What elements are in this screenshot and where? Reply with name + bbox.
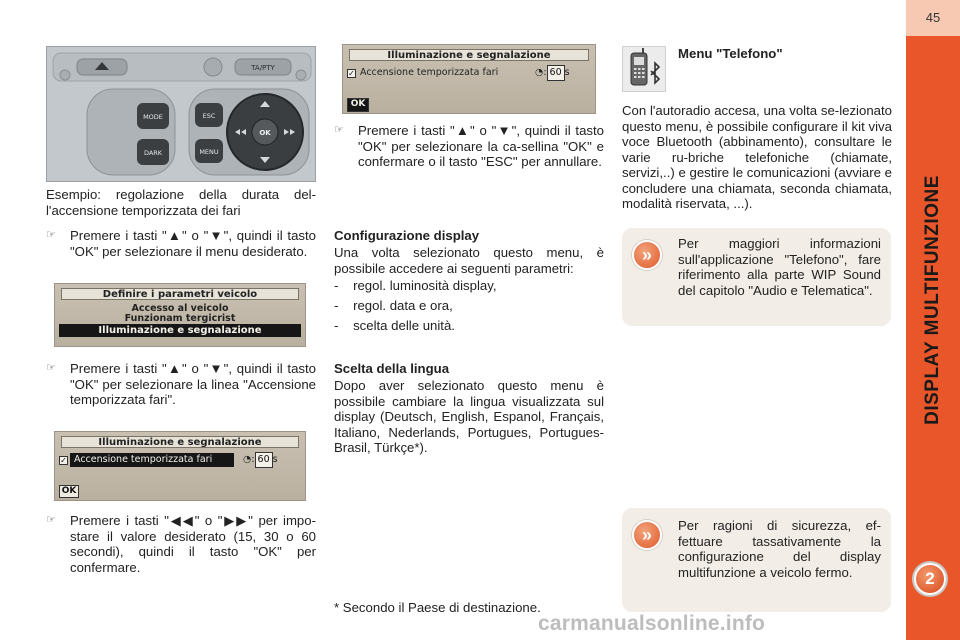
photo-caption: Esempio: regolazione della durata del-l'… [46,187,316,218]
step-1: ☞ Premere i tasti "▲" o "▼", quindi il t… [46,228,316,276]
chevron-right-icon: » [632,520,662,550]
step-2-text: Premere i tasti "▲" o "▼", quindi il tas… [70,361,316,407]
clock-icon: ◔: [243,454,255,465]
step-3-text: Premere i tasti "◀◀" o "▶▶" per impo-sta… [70,513,316,575]
pointing-hand-icon: ☞ [46,514,56,526]
chapter-badge: 2 [914,563,946,595]
checkbox-checked-icon: ✓ [347,69,356,78]
language-text: Dopo aver selezionato questo menu è poss… [334,378,604,455]
step-4-text: Premere i tasti "▲" o "▼", quindi il tas… [358,123,604,169]
control-panel-photo: TA/PTY MODE DARK ESC MENU OK [46,46,316,182]
ok-button-label: OK [259,129,271,137]
page-number: 45 [925,10,941,25]
auto-headlamp-label: Accensione temporizzata fari [360,67,499,78]
esc-button-label: ESC [203,112,216,120]
menu-button-label: MENU [199,148,219,156]
phone-menu-intro: Con l'autoradio accesa, una volta se-lez… [622,103,892,211]
lcd-ok-box-selected: OK [347,98,369,112]
watermark: carmanualsonline.info [538,612,766,635]
phone-menu-heading: Menu "Telefono" [678,46,783,61]
phone-bluetooth-icon [622,46,666,92]
lcd-title: Definire i parametri veicolo [61,288,299,300]
lcd-screen-lighting-selected: Illuminazione e segnalazione ✓ Accensione… [54,431,306,501]
step-3: ☞ Premere i tasti "◀◀" o "▶▶" per impo-s… [46,513,316,577]
info-box-more-info: » Per maggiori informazioni sull'applica… [622,228,891,326]
info-box-more-info-text: Per maggiori informazioni sull'applicazi… [678,236,881,298]
duration-unit: s [272,454,278,465]
config-item-units: - scelta delle unità. [334,318,455,333]
config-item-brightness: - regol. luminosità display, [334,278,497,293]
chevron-right-icon: » [632,240,662,270]
info-box-safety: » Per ragioni di sicurezza, ef-fettuare … [622,508,891,612]
pointing-hand-icon: ☞ [46,362,56,374]
duration-value: 60 [546,65,565,81]
config-heading: Configurazione display [334,228,480,243]
config-item-date-time: - regol. data e ora, [334,298,453,313]
dark-button-label: DARK [144,149,163,157]
info-box-safety-text: Per ragioni di sicurezza, ef-fettuare ta… [678,518,881,580]
pointing-hand-icon: ☞ [46,229,56,241]
pointing-hand-icon: ☞ [334,124,344,136]
duration-unit: s [564,67,570,78]
clock-icon: ◔: [535,67,547,78]
step-1-text: Premere i tasti "▲" o "▼", quindi il tas… [70,228,316,259]
lcd-screen-ok-selected: Illuminazione e segnalazione ✓ Accensione… [342,44,596,114]
duration-value: 60 [254,452,273,468]
auto-headlamp-row: ✓ Accensione temporizzata fari ◔: 60 s [347,65,587,81]
language-heading: Scelta della lingua [334,361,450,376]
checkbox-checked-icon: ✓ [59,456,68,465]
ta-pty-label: TA/PTY [250,64,275,72]
menu-item-wipers: Funzionam tergicrist [124,313,236,324]
auto-headlamp-label: Accensione temporizzata fari [70,453,234,467]
lcd-title: Illuminazione e segnalazione [61,436,299,448]
lcd-ok-box: OK [59,485,79,498]
mode-button-label: MODE [143,113,163,121]
lcd-screen-vehicle-params: Definire i parametri veicolo Accesso al … [54,283,306,347]
config-intro: Una volta selezionato questo menu, è pos… [334,245,604,276]
auto-headlamp-row: ✓ Accensione temporizzata fari ◔: 60 s [59,452,295,468]
lcd-title: Illuminazione e segnalazione [349,49,589,61]
step-4: ☞ Premere i tasti "▲" o "▼", quindi il t… [334,123,604,187]
step-2: ☞ Premere i tasti "▲" o "▼", quindi il t… [46,361,316,409]
menu-item-lighting-selected: Illuminazione e segnalazione [59,324,301,337]
control-panel-illustration: TA/PTY MODE DARK ESC MENU OK [47,47,315,181]
